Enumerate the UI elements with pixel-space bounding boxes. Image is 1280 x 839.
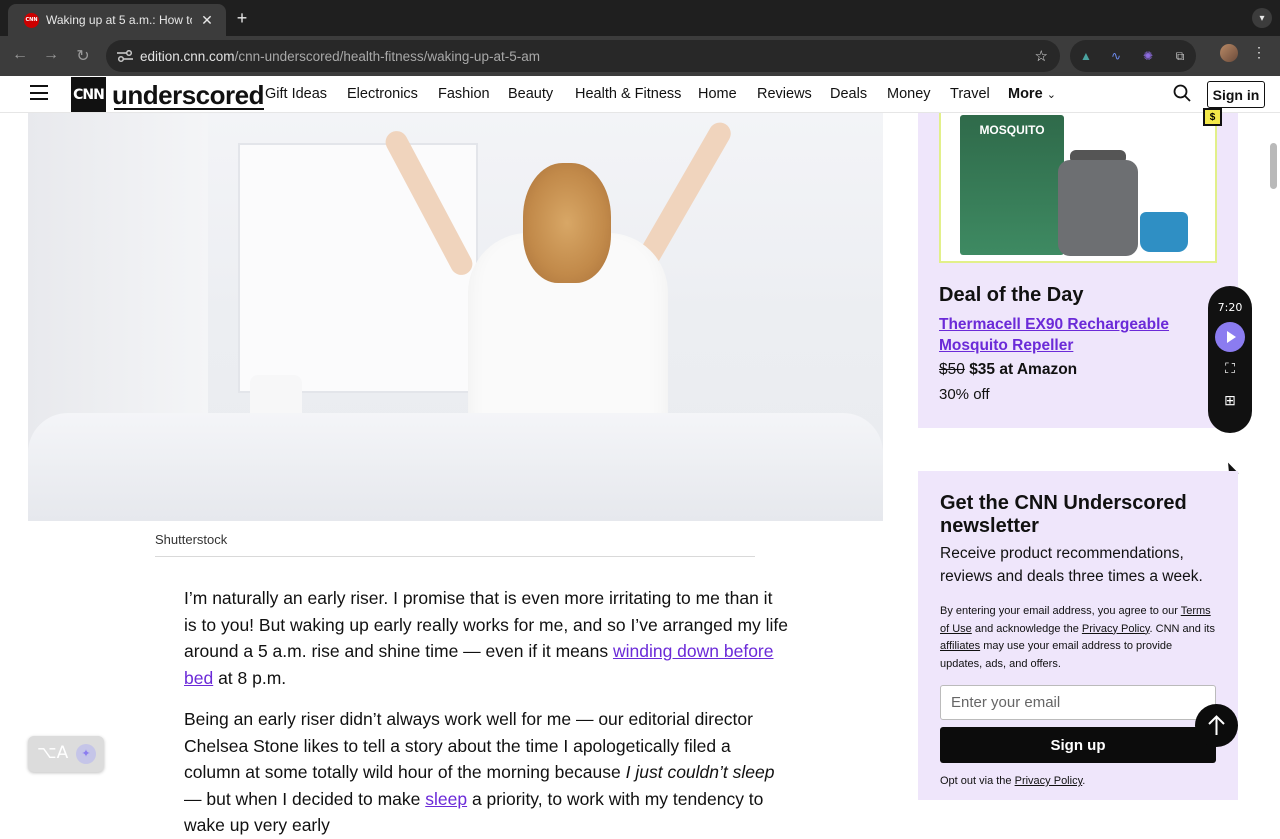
legal-text-1: By entering your email address, you agre… <box>940 605 1181 617</box>
product-package-image: MOSQUITO <box>960 115 1064 255</box>
url-path: /cnn-underscored/health-fitness/waking-u… <box>234 48 540 64</box>
browser-tab-bar: CNN Waking up at 5 a.m.: How to h ✕ + ▾ <box>0 0 1280 36</box>
image-credit: Shutterstock <box>155 532 228 547</box>
extension-2-icon[interactable]: ∿ <box>1108 49 1124 63</box>
cnn-favicon-icon: CNN <box>24 12 39 28</box>
deal-product-link[interactable]: Thermacell EX90 Rechargeable Mosquito Re… <box>939 314 1179 356</box>
sign-up-button[interactable]: Sign up <box>940 727 1216 763</box>
browser-tab-active[interactable]: CNN Waking up at 5 a.m.: How to h ✕ <box>8 4 226 36</box>
article-paragraph-1: I’m naturally an early riser. I promise … <box>184 585 789 691</box>
screenshot-icon[interactable]: ⛶ <box>1222 360 1238 376</box>
opt-out-label: Opt out via the <box>940 775 1015 787</box>
new-price: $35 at Amazon <box>969 361 1078 378</box>
arrow-up-icon <box>1208 715 1225 735</box>
newsletter-title: Get the CNN Underscored newsletter <box>940 492 1187 537</box>
tab-title: Waking up at 5 a.m.: How to h <box>46 13 192 27</box>
nav-fashion[interactable]: Fashion <box>438 86 490 102</box>
opt-out-text: Opt out via the Privacy Policy. <box>940 775 1085 787</box>
nav-health-fitness[interactable]: Health & Fitness <box>575 86 681 102</box>
product-package-text: MOSQUITO <box>979 123 1045 137</box>
tab-close-icon[interactable]: ✕ <box>200 12 214 29</box>
sign-in-button[interactable]: Sign in <box>1207 81 1265 108</box>
extension-1-icon[interactable]: ▲ <box>1078 49 1094 63</box>
play-button-icon[interactable] <box>1215 322 1245 352</box>
chevron-down-icon: ⌄ <box>1046 89 1056 101</box>
tab-search-chevron-icon[interactable]: ▾ <box>1252 8 1272 28</box>
reload-icon[interactable]: ↻ <box>73 46 93 66</box>
p2-emphasis: I just couldn’t sleep <box>625 762 775 783</box>
legal-text-2: and acknowledge the <box>971 622 1082 635</box>
ime-sparkle-icon[interactable]: ✦ <box>76 744 96 764</box>
audio-player-widget: 7:20 ⛶ ⊞ <box>1208 286 1252 433</box>
p1-text-end: at 8 p.m. <box>213 667 287 688</box>
browser-menu-icon[interactable]: ⋮ <box>1252 44 1266 61</box>
scroll-to-top-button[interactable] <box>1195 704 1238 747</box>
nav-deals[interactable]: Deals <box>830 86 867 102</box>
deal-price: $50 $35 at Amazon <box>939 361 1077 379</box>
nav-travel[interactable]: Travel <box>950 86 990 102</box>
caption-divider <box>155 556 755 557</box>
price-tag-icon: $ <box>1203 108 1222 126</box>
email-field[interactable] <box>940 685 1216 720</box>
search-icon[interactable] <box>1173 84 1191 102</box>
hamburger-menu-icon[interactable] <box>30 85 48 100</box>
underscored-brand[interactable]: underscored <box>112 80 265 111</box>
nav-reviews[interactable]: Reviews <box>757 86 812 102</box>
ime-label: ⌥A <box>37 743 69 763</box>
product-cartridge-image <box>1140 212 1188 252</box>
input-method-widget[interactable]: ⌥A ✦ <box>28 736 104 772</box>
nav-gift-ideas[interactable]: Gift Ideas <box>265 86 327 102</box>
nav-home[interactable]: Home <box>698 86 737 102</box>
old-price: $50 <box>939 361 965 378</box>
privacy-policy-link[interactable]: Privacy Policy <box>1082 623 1150 635</box>
nav-money[interactable]: Money <box>887 86 931 102</box>
forward-arrow-icon[interactable]: → <box>41 46 61 64</box>
nav-beauty[interactable]: Beauty <box>508 86 553 102</box>
opt-out-privacy-link[interactable]: Privacy Policy <box>1015 775 1083 787</box>
product-device-image <box>1058 160 1138 256</box>
bookmark-add-icon[interactable]: ⊞ <box>1222 392 1238 408</box>
browser-toolbar: ← → ↻ edition.cnn.com/cnn-underscored/he… <box>0 36 1280 76</box>
new-tab-button[interactable]: + <box>232 8 252 29</box>
opt-out-period: . <box>1082 775 1086 787</box>
cnn-logo[interactable]: CNN <box>71 77 106 112</box>
newsletter-subtitle: Receive product recommendations, reviews… <box>940 545 1203 585</box>
page-scrollbar[interactable] <box>1270 143 1277 189</box>
p2-text-mid: — but when I decided to make <box>184 788 426 809</box>
nav-electronics[interactable]: Electronics <box>347 86 418 102</box>
address-bar[interactable]: edition.cnn.com/cnn-underscored/health-f… <box>106 40 1060 72</box>
legal-text-3: . CNN and its <box>1149 622 1215 635</box>
deal-heading: Deal of the Day <box>939 284 1084 306</box>
player-time: 7:20 <box>1217 301 1243 314</box>
profile-avatar[interactable] <box>1220 44 1238 62</box>
nav-more-label: More <box>1008 86 1043 102</box>
article-hero-image <box>28 113 883 521</box>
newsletter-legal-text: By entering your email address, you agre… <box>940 603 1216 673</box>
nav-more[interactable]: More ⌄ <box>1008 86 1056 102</box>
sleep-link[interactable]: sleep <box>425 789 467 809</box>
article-paragraph-2: Being an early riser didn’t always work … <box>184 706 789 839</box>
back-arrow-icon[interactable]: ← <box>10 46 30 64</box>
affiliates-link[interactable]: affiliates <box>940 640 980 652</box>
bookmark-star-icon[interactable]: ☆ <box>1035 47 1048 65</box>
url-host: edition.cnn.com <box>140 48 235 64</box>
extensions-group: ▲ ∿ ✺ ⧉ <box>1070 40 1196 72</box>
extension-3-icon[interactable]: ✺ <box>1140 49 1156 63</box>
site-header: CNN underscored Gift Ideas Electronics F… <box>0 76 1280 113</box>
site-info-icon[interactable] <box>116 49 134 63</box>
url-text: edition.cnn.com/cnn-underscored/health-f… <box>140 49 540 64</box>
deal-discount: 30% off <box>939 386 990 403</box>
extensions-puzzle-icon[interactable]: ⧉ <box>1172 49 1188 63</box>
